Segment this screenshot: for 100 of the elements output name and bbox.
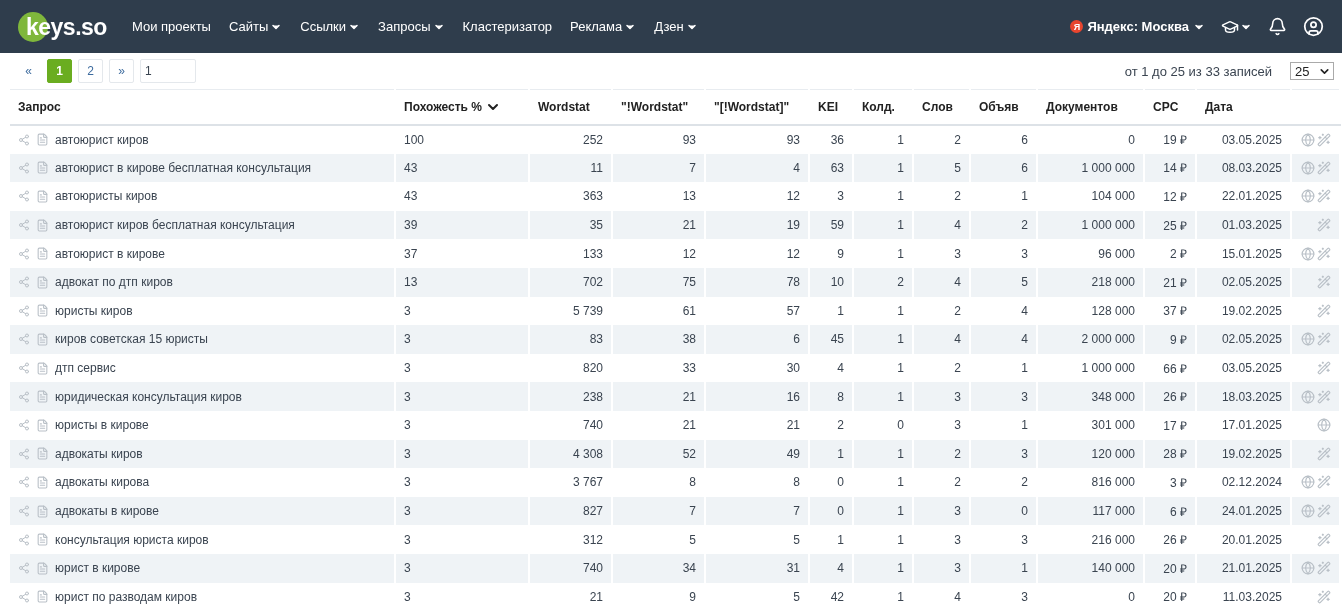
share-icon[interactable] <box>18 447 30 460</box>
column-header[interactable]: "[!Wordstat]" <box>705 89 809 125</box>
magic-wand-icon[interactable] <box>1317 132 1331 147</box>
table-cell: 1 <box>853 582 913 609</box>
globe-icon[interactable] <box>1301 246 1315 261</box>
document-icon[interactable] <box>36 332 49 346</box>
document-icon[interactable] <box>36 190 49 203</box>
share-icon[interactable] <box>18 276 30 289</box>
share-icon[interactable] <box>18 419 30 432</box>
globe-icon[interactable] <box>1317 418 1331 433</box>
share-icon[interactable] <box>18 190 30 203</box>
share-icon[interactable] <box>18 476 30 489</box>
document-icon[interactable] <box>36 418 49 432</box>
document-icon[interactable] <box>36 275 49 289</box>
next-page-button[interactable]: » <box>109 59 134 83</box>
nav-link[interactable]: Ссылки <box>300 19 361 34</box>
column-header[interactable]: CPC <box>1144 89 1196 125</box>
share-icon[interactable] <box>18 333 30 346</box>
magic-wand-icon[interactable] <box>1317 332 1331 347</box>
globe-icon[interactable] <box>1301 475 1315 490</box>
records-info: от 1 до 25 из 33 записей <box>1124 63 1272 79</box>
nav-link[interactable]: Сайты <box>228 19 283 34</box>
magic-wand-icon[interactable] <box>1317 532 1331 547</box>
share-icon[interactable] <box>18 133 30 146</box>
share-icon[interactable] <box>18 304 30 317</box>
document-icon[interactable] <box>36 475 49 489</box>
region-selector[interactable]: Я Яндекс: Москва <box>1070 19 1205 34</box>
document-icon[interactable] <box>36 218 49 232</box>
column-header[interactable]: Документов <box>1037 89 1144 125</box>
globe-icon[interactable] <box>1301 504 1315 518</box>
column-header[interactable]: KEI <box>809 89 853 125</box>
user-icon[interactable] <box>1303 16 1324 37</box>
document-icon[interactable] <box>36 247 49 261</box>
share-icon[interactable] <box>18 390 30 403</box>
share-icon[interactable] <box>18 562 30 575</box>
nav-link[interactable]: Дзен <box>654 19 698 34</box>
query-cell: юрист в кирове <box>55 561 141 576</box>
magic-wand-icon[interactable] <box>1317 475 1331 490</box>
magic-wand-icon[interactable] <box>1317 246 1331 261</box>
document-icon[interactable] <box>36 533 49 547</box>
magic-wand-icon[interactable] <box>1317 561 1331 576</box>
share-icon[interactable] <box>18 533 30 546</box>
share-icon[interactable] <box>18 161 30 174</box>
magic-wand-icon[interactable] <box>1317 218 1331 233</box>
magic-wand-icon[interactable] <box>1317 189 1331 204</box>
share-icon[interactable] <box>18 362 30 375</box>
document-icon[interactable] <box>36 590 49 604</box>
nav-link[interactable]: Кластеризатор <box>462 19 553 34</box>
magic-wand-icon[interactable] <box>1317 303 1331 318</box>
table-cell: 0 <box>1037 582 1144 609</box>
document-icon[interactable] <box>36 161 49 175</box>
globe-icon[interactable] <box>1301 189 1315 204</box>
nav-link[interactable]: Реклама <box>570 19 637 34</box>
magic-wand-icon[interactable] <box>1317 589 1331 604</box>
document-icon[interactable] <box>36 561 49 575</box>
share-icon[interactable] <box>18 590 30 603</box>
query-cell: адвокаты кирова <box>55 475 150 490</box>
share-icon[interactable] <box>18 505 30 517</box>
page-input[interactable]: 1 <box>140 59 196 83</box>
document-icon[interactable] <box>36 390 49 404</box>
query-cell: юристы в кирове <box>55 418 149 433</box>
column-header[interactable]: Дата <box>1196 89 1291 125</box>
column-header[interactable]: Слов <box>913 89 970 125</box>
table-cell: 11.03.2025 <box>1196 582 1291 609</box>
globe-icon[interactable] <box>1301 561 1315 576</box>
page-button[interactable]: 2 <box>78 59 103 83</box>
magic-wand-icon[interactable] <box>1317 361 1331 376</box>
magic-wand-icon[interactable] <box>1317 389 1331 404</box>
magic-wand-icon[interactable] <box>1317 504 1331 518</box>
column-header[interactable]: Wordstat <box>529 89 612 125</box>
query-cell: юридическая консультация киров <box>55 389 242 404</box>
column-header[interactable]: Колд. <box>853 89 913 125</box>
bell-icon[interactable] <box>1268 17 1287 36</box>
magic-wand-icon[interactable] <box>1317 446 1331 461</box>
column-header[interactable]: Запрос <box>10 89 395 125</box>
page-size-select[interactable]: 25 <box>1290 62 1334 80</box>
column-header[interactable]: Объяв <box>970 89 1037 125</box>
query-cell: консультация юриста киров <box>55 532 209 547</box>
column-header[interactable]: Похожесть % <box>395 89 529 125</box>
magic-wand-icon[interactable] <box>1317 275 1331 290</box>
table-cell: 5 <box>705 582 809 609</box>
query-cell: автоюрист в кирове бесплатная консультация <box>55 160 312 175</box>
document-icon[interactable] <box>36 304 49 318</box>
document-icon[interactable] <box>36 447 49 461</box>
magic-wand-icon[interactable] <box>1317 160 1331 175</box>
globe-icon[interactable] <box>1301 132 1315 147</box>
share-icon[interactable] <box>18 247 30 260</box>
query-cell: адвокаты в кирове <box>55 504 159 518</box>
document-icon[interactable] <box>36 504 49 518</box>
column-header[interactable]: "!Wordstat" <box>612 89 705 125</box>
share-icon[interactable] <box>18 219 30 232</box>
globe-icon[interactable] <box>1301 332 1315 347</box>
nav-link[interactable]: Запросы <box>378 19 445 34</box>
nav-link[interactable]: Мои проекты <box>132 19 211 34</box>
document-icon[interactable] <box>36 361 49 375</box>
document-icon[interactable] <box>36 133 49 147</box>
query-cell: адвокат по дтп киров <box>55 275 173 290</box>
query-cell: автоюрист киров бесплатная консультация <box>55 218 295 233</box>
globe-icon[interactable] <box>1301 160 1315 175</box>
globe-icon[interactable] <box>1301 389 1315 404</box>
